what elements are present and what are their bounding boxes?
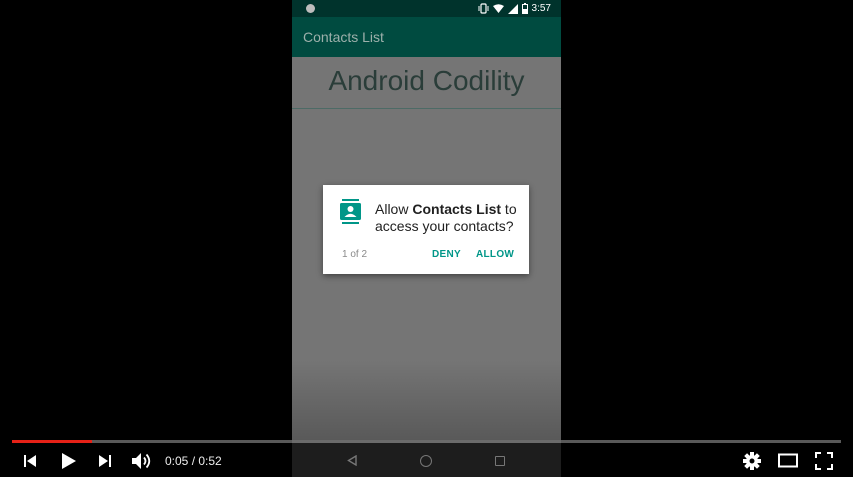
battery-icon xyxy=(521,3,528,14)
message-app-name: Contacts List xyxy=(412,201,502,217)
time-separator: / xyxy=(188,454,199,468)
next-icon[interactable] xyxy=(98,454,112,468)
progress-played xyxy=(12,440,92,443)
current-time: 0:05 xyxy=(165,454,189,468)
progress-bar[interactable] xyxy=(12,440,841,443)
wifi-icon xyxy=(492,3,504,13)
signal-icon xyxy=(507,3,518,14)
nav-recents-icon[interactable] xyxy=(495,456,505,466)
duration: 0:52 xyxy=(198,454,222,468)
settings-icon[interactable] xyxy=(743,452,761,470)
app-title: Contacts List xyxy=(303,29,384,45)
nav-home-icon[interactable] xyxy=(420,455,432,467)
play-icon[interactable] xyxy=(61,452,77,470)
notification-icon xyxy=(306,4,315,13)
previous-icon[interactable] xyxy=(23,454,37,468)
permission-message: Allow Contacts List to access your conta… xyxy=(375,201,525,235)
permission-counter: 1 of 2 xyxy=(342,249,368,260)
permission-dialog: Allow Contacts List to access your conta… xyxy=(323,185,529,274)
android-nav-bar xyxy=(292,440,561,477)
deny-button[interactable]: DENY xyxy=(432,249,461,260)
allow-button[interactable]: ALLOW xyxy=(476,249,514,260)
content-divider xyxy=(292,108,561,109)
fullscreen-icon[interactable] xyxy=(815,452,833,470)
status-icons: 3:57 xyxy=(478,1,551,16)
message-prefix: Allow xyxy=(375,201,413,217)
nav-back-icon[interactable] xyxy=(347,455,357,466)
vibrate-icon xyxy=(478,3,489,14)
content-title: Android Codility xyxy=(328,65,525,96)
app-bar: Contacts List xyxy=(292,17,561,57)
status-bar: 3:57 xyxy=(292,0,561,17)
time-display: 0:05 / 0:52 xyxy=(165,454,222,468)
status-time: 3:57 xyxy=(531,3,551,14)
volume-icon[interactable] xyxy=(131,451,153,471)
theater-mode-icon[interactable] xyxy=(778,453,798,468)
contacts-icon xyxy=(340,199,361,224)
